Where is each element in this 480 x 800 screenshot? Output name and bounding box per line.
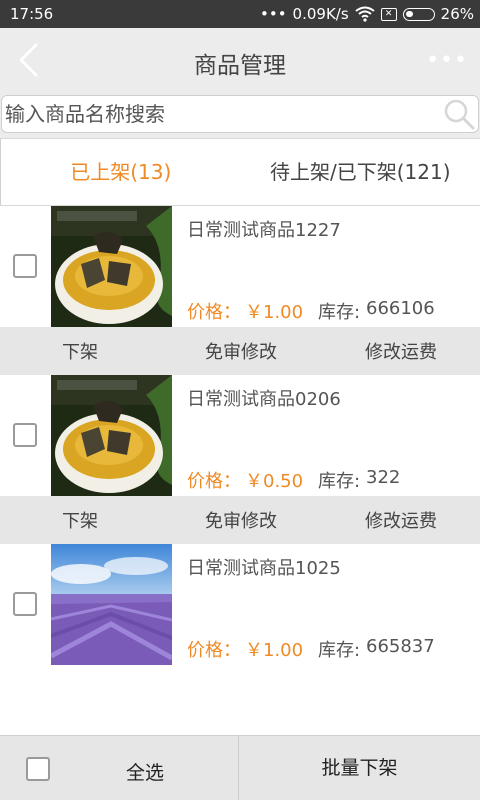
product-stock: 322: [366, 467, 401, 488]
product-checkbox[interactable]: [13, 254, 37, 278]
price-label: 价格：: [187, 471, 241, 492]
no-sim-icon: ✕: [380, 7, 397, 21]
product-name: 日常测试商品1227: [187, 220, 341, 241]
status-bar: 17:56 ••• 0.09K/s ✕ 26%: [0, 0, 480, 28]
select-all-area[interactable]: 全选: [0, 736, 239, 800]
back-arrow-icon[interactable]: [14, 42, 44, 78]
select-all-label[interactable]: 全选: [126, 758, 164, 785]
wifi-icon: [355, 6, 375, 22]
battery-percent: 26%: [440, 5, 474, 23]
product-image: [51, 375, 172, 496]
status-right: ••• 0.09K/s ✕ 26%: [260, 5, 474, 23]
price-label: 价格：: [187, 640, 241, 661]
edit-no-review-button[interactable]: 免审修改: [160, 338, 322, 364]
stock-label: 库存:: [318, 640, 361, 661]
status-time: 17:56: [10, 5, 54, 23]
edit-no-review-button[interactable]: 免审修改: [160, 507, 322, 533]
product-item: 日常测试商品1227 价格： ￥1.00 库存: 666106: [0, 206, 480, 327]
product-name: 日常测试商品1025: [187, 558, 341, 579]
product-price: ￥1.00: [245, 302, 304, 323]
batch-offshelf-button[interactable]: 批量下架: [239, 736, 480, 800]
search-box: [1, 95, 479, 133]
nav-bar: 商品管理 •••: [0, 28, 480, 92]
tab-on-shelf[interactable]: 已上架(13): [0, 139, 241, 205]
offshelf-button[interactable]: 下架: [0, 338, 160, 364]
search-icon[interactable]: [442, 97, 476, 131]
search-input[interactable]: [5, 100, 435, 128]
product-image: [51, 544, 172, 665]
stock-label: 库存:: [318, 471, 361, 492]
search-bar: [0, 92, 480, 138]
signal-dots-icon: •••: [260, 5, 287, 23]
battery-icon: [402, 7, 435, 21]
edit-shipping-button[interactable]: 修改运费: [322, 338, 480, 364]
page-title: 商品管理: [194, 53, 286, 79]
product-checkbox[interactable]: [13, 592, 37, 616]
edit-shipping-button[interactable]: 修改运费: [322, 507, 480, 533]
product-stock: 666106: [366, 298, 435, 319]
more-dots-icon[interactable]: •••: [426, 48, 468, 73]
price-label: 价格：: [187, 302, 241, 323]
product-price: ￥0.50: [245, 471, 304, 492]
product-item: 日常测试商品1025 价格： ￥1.00 库存: 665837: [0, 544, 480, 665]
stock-label: 库存:: [318, 302, 361, 323]
product-item: 日常测试商品0206 价格： ￥0.50 库存: 322: [0, 375, 480, 496]
product-actions: 下架 免审修改 修改运费: [0, 327, 480, 375]
product-name: 日常测试商品0206: [187, 389, 341, 410]
bottom-action-bar: 全选 批量下架: [0, 735, 480, 800]
product-image: [51, 206, 172, 327]
tab-bar: 已上架(13) 待上架/已下架(121): [0, 138, 480, 206]
product-actions: 下架 免审修改 修改运费: [0, 496, 480, 544]
select-all-checkbox[interactable]: [26, 757, 50, 781]
product-checkbox[interactable]: [13, 423, 37, 447]
tab-off-shelf[interactable]: 待上架/已下架(121): [241, 139, 480, 205]
network-speed: 0.09K/s: [292, 5, 349, 23]
product-list: 日常测试商品1227 价格： ￥1.00 库存: 666106 下架 免审修改 …: [0, 206, 480, 665]
offshelf-button[interactable]: 下架: [0, 507, 160, 533]
product-price: ￥1.00: [245, 640, 304, 661]
product-stock: 665837: [366, 636, 435, 657]
